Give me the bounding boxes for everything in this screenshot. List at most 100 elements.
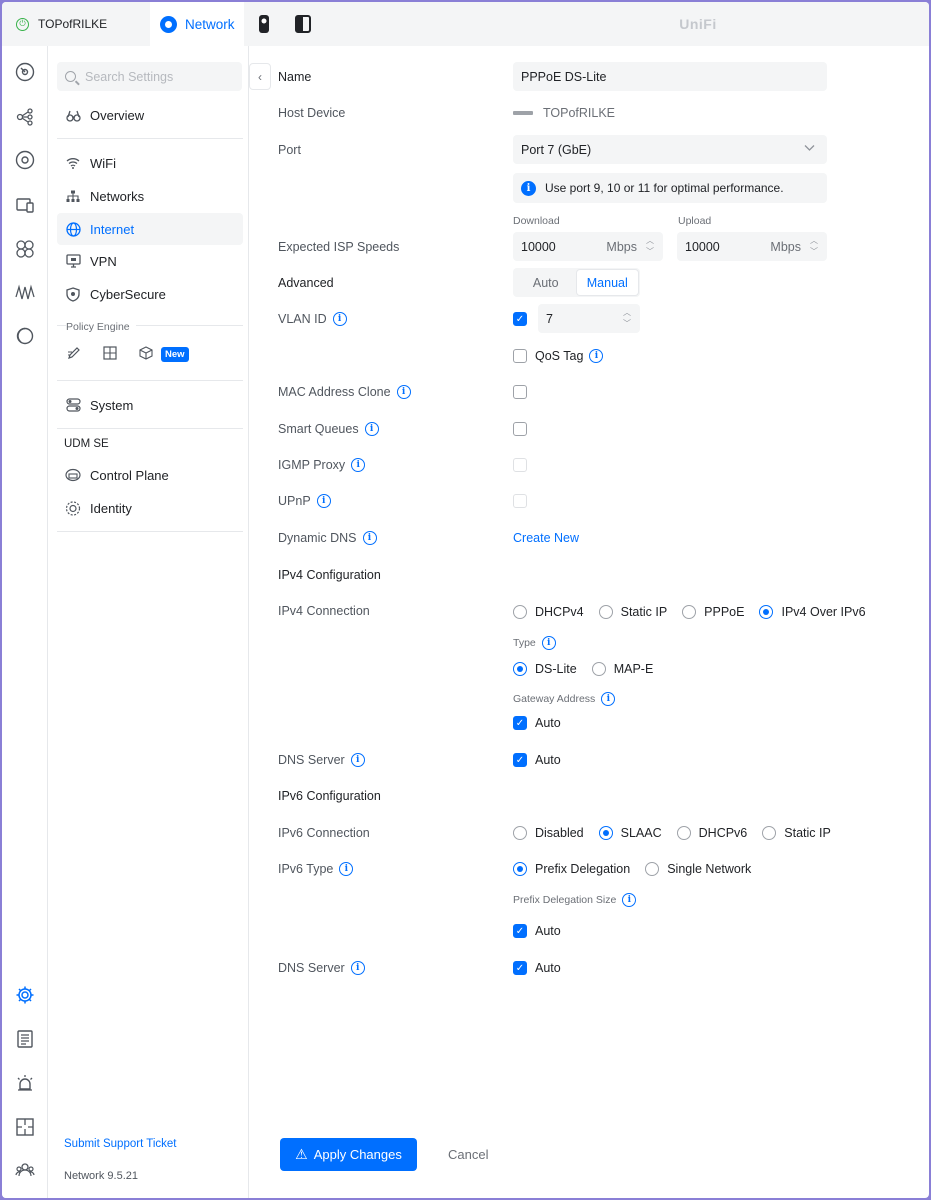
admins-icon[interactable] (14, 1159, 36, 1181)
nav-item-cybersecure[interactable]: CyberSecure (57, 278, 243, 310)
ipv4-static-label: Static IP (620, 605, 668, 619)
advanced-toggle: Auto Manual (513, 268, 640, 297)
ipv4-heading-text: IPv4 Configuration (278, 568, 381, 582)
policy-cube-icon[interactable] (139, 345, 153, 363)
host-device-label: Host Device (278, 103, 345, 123)
search-settings-input[interactable]: Search Settings (57, 62, 242, 91)
ipv4-static-ip-radio[interactable]: Static IP (598, 605, 668, 619)
info-icon[interactable]: i (601, 692, 616, 706)
cancel-button[interactable]: Cancel (448, 1138, 488, 1171)
policy-table-icon[interactable] (103, 345, 117, 363)
vlan-id-input[interactable]: 7 ︿ ﹀ (538, 304, 640, 333)
port-select[interactable]: Port 7 (GbE) (513, 135, 827, 164)
nav-item-identity[interactable]: Identity (57, 492, 243, 524)
stepper-icon[interactable]: ︿ ﹀ (645, 235, 655, 257)
ports-icon[interactable] (14, 238, 36, 260)
radio-selected-icon (513, 862, 527, 876)
nav-label-overview: Overview (90, 107, 145, 123)
qos-tag-label-text: QoS Tag (535, 349, 584, 363)
qos-tag-checkbox[interactable] (513, 349, 527, 363)
nav-item-vpn[interactable]: VPN (57, 245, 243, 277)
info-icon[interactable]: i (362, 531, 377, 545)
gateway-address-caption: Gateway Address i (513, 692, 616, 706)
radio-icon (762, 826, 777, 840)
upload-speed-input[interactable]: 10000 Mbps ︿ ﹀ (677, 232, 827, 261)
search-placeholder: Search Settings (85, 69, 174, 84)
ipv4-pppoe-radio[interactable]: PPPoE (682, 605, 744, 619)
info-icon[interactable]: i (350, 961, 365, 975)
logs-icon[interactable] (14, 1028, 36, 1050)
mac-clone-checkbox[interactable] (513, 385, 527, 399)
ipv6-dhcpv6-radio[interactable]: DHCPv6 (676, 826, 748, 840)
igmp-proxy-label: IGMP Proxy i (278, 455, 366, 475)
create-new-ddns-link[interactable]: Create New (513, 531, 579, 545)
ipv4-dhcpv4-radio[interactable]: DHCPv4 (513, 605, 584, 619)
submit-support-ticket-link[interactable]: Submit Support Ticket (64, 1138, 177, 1150)
info-icon[interactable]: i (332, 312, 347, 326)
ipv6-connection-radio-group: Disabled SLAAC DHCPv6 Static IP (513, 824, 831, 842)
info-icon[interactable]: i (622, 893, 637, 907)
vlan-checkbox[interactable]: ✓ (513, 312, 527, 326)
ds-lite-label: DS-Lite (535, 662, 577, 676)
prefix-delegation-radio[interactable]: Prefix Delegation (513, 862, 630, 876)
info-icon[interactable]: i (396, 385, 411, 399)
radius-icon[interactable] (14, 325, 36, 347)
apply-changes-button[interactable]: ⚠ Apply Changes (280, 1138, 417, 1171)
ipv6-dns-auto-checkbox[interactable]: ✓ (513, 961, 527, 975)
ipv6-disabled-radio[interactable]: Disabled (513, 826, 584, 840)
upload-unit: Mbps (770, 239, 801, 254)
dashboard-icon[interactable] (14, 61, 36, 83)
upnp-checkbox[interactable] (513, 494, 527, 508)
stepper-icon[interactable]: ︿ ﹀ (622, 307, 632, 329)
ipv4-dns-auto-checkbox[interactable]: ✓ (513, 753, 527, 767)
type-caption-text: Type (513, 637, 536, 649)
info-icon[interactable]: i (589, 349, 604, 363)
radio-selected-icon (759, 605, 774, 619)
advanced-auto-option[interactable]: Auto (515, 270, 577, 295)
nav-item-overview[interactable]: Overview (57, 99, 243, 131)
name-label-text: Name (278, 70, 312, 84)
single-network-radio[interactable]: Single Network (645, 862, 751, 876)
stepper-icon[interactable]: ︿ ﹀ (809, 235, 819, 257)
floorplan-icon[interactable] (14, 1116, 36, 1138)
info-icon[interactable]: i (316, 494, 331, 508)
type-ds-lite-radio[interactable]: DS-Lite (513, 662, 577, 676)
globe-icon (65, 221, 81, 237)
radio-icon (645, 862, 660, 876)
download-speed-input[interactable]: 10000 Mbps ︿ ﹀ (513, 232, 663, 261)
info-icon[interactable]: i (339, 862, 354, 876)
pd-size-auto-checkbox[interactable]: ✓ (513, 924, 527, 938)
smart-queues-checkbox[interactable] (513, 422, 527, 436)
advanced-manual-option[interactable]: Manual (576, 270, 638, 295)
ipv6-slaac-radio[interactable]: SLAAC (598, 826, 662, 840)
ipv6-dhcpv6-label: DHCPv6 (698, 826, 748, 840)
devices-icon[interactable] (14, 149, 36, 171)
clients-icon[interactable] (14, 194, 36, 216)
info-icon[interactable]: i (351, 458, 366, 472)
isp-speeds-label-text: Expected ISP Speeds (278, 240, 400, 254)
radio-icon (598, 605, 613, 619)
info-icon[interactable]: i (350, 753, 365, 767)
info-icon[interactable]: i (364, 422, 379, 436)
type-map-e-radio[interactable]: MAP-E (591, 662, 653, 676)
ipv4-over-ipv6-radio[interactable]: IPv4 Over IPv6 (759, 605, 866, 619)
insights-icon[interactable] (14, 282, 36, 304)
nav-label-identity: Identity (90, 500, 132, 516)
nav-item-system[interactable]: System (57, 389, 243, 421)
nav-item-wifi[interactable]: WiFi (57, 147, 243, 179)
binoculars-icon (65, 107, 81, 123)
name-input[interactable]: PPPoE DS-Lite (513, 62, 827, 91)
ipv6-type-label: IPv6 Type i (278, 859, 354, 879)
new-badge: New (161, 346, 189, 362)
alarm-icon[interactable] (14, 1072, 36, 1094)
igmp-proxy-checkbox[interactable] (513, 458, 527, 472)
ipv6-static-ip-radio[interactable]: Static IP (762, 826, 831, 840)
nav-item-control-plane[interactable]: Control Plane (57, 459, 243, 491)
settings-gear-icon[interactable] (14, 984, 36, 1006)
nav-item-internet[interactable]: Internet (57, 213, 243, 245)
gateway-auto-checkbox[interactable]: ✓ (513, 716, 527, 730)
info-icon[interactable]: i (541, 636, 556, 650)
nav-item-networks[interactable]: Networks (57, 180, 243, 212)
policy-edit-icon[interactable] (67, 346, 81, 363)
topology-icon[interactable] (14, 106, 36, 128)
